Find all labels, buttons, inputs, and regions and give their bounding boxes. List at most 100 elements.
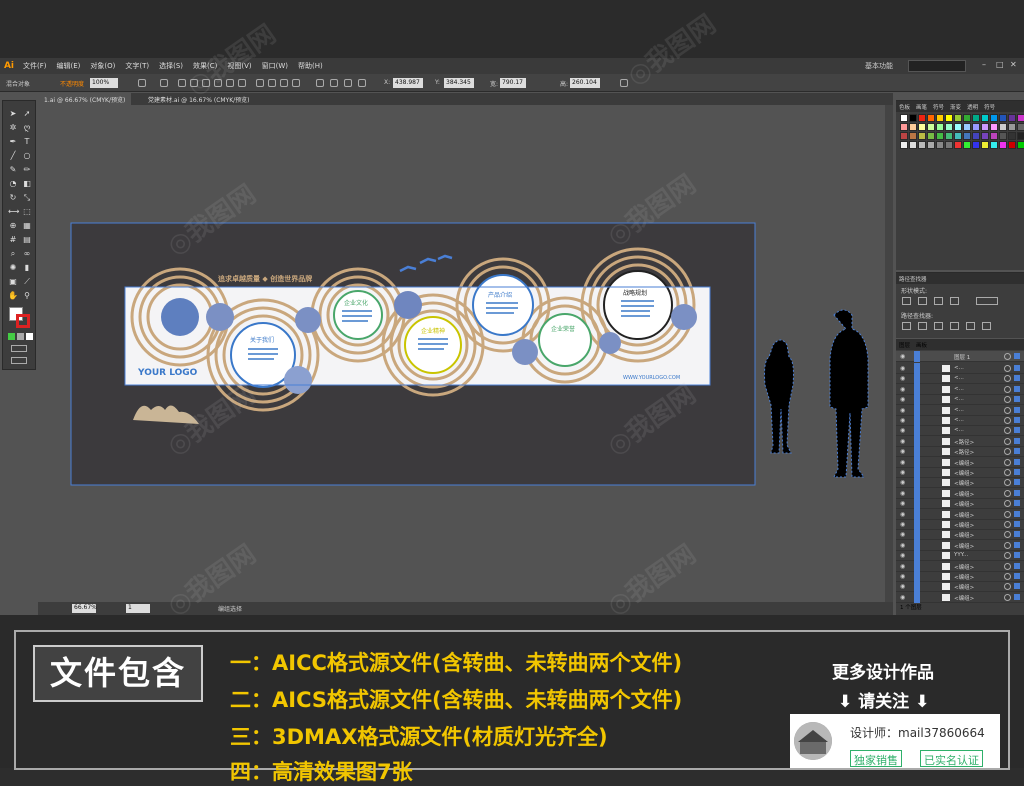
layer-row[interactable]: ◉ <编组> (896, 477, 1024, 489)
color-swatch[interactable] (927, 132, 935, 140)
eraser-tool-icon[interactable]: ◧ (22, 179, 32, 189)
color-swatch[interactable] (963, 141, 971, 149)
ellipse-tool-icon[interactable]: ○ (22, 151, 32, 161)
layer-row[interactable]: ◉ <编组> (896, 487, 1024, 499)
color-swatch[interactable] (981, 123, 989, 131)
color-mode-icon[interactable] (8, 333, 15, 340)
layer-target-icon[interactable] (1004, 510, 1011, 518)
menu-help[interactable]: 帮助(H) (293, 61, 328, 71)
visibility-eye-icon[interactable]: ◉ (900, 353, 908, 360)
color-swatch[interactable] (981, 141, 989, 149)
layer-row[interactable]: ◉ <... (896, 363, 1024, 374)
color-swatch[interactable] (945, 114, 953, 122)
trim-icon[interactable] (918, 322, 927, 330)
layer-target-icon[interactable] (1004, 573, 1011, 580)
layer-target-icon[interactable] (1004, 375, 1011, 383)
align-bottom-icon[interactable] (238, 79, 246, 87)
exclude-icon[interactable] (950, 297, 959, 305)
layer-row[interactable]: ◉ <... (896, 394, 1024, 406)
blob-brush-icon[interactable]: ◔ (8, 179, 18, 189)
graph-tool-icon[interactable]: ▮ (22, 263, 32, 273)
layer-row[interactable]: ◉ <编组> (896, 467, 1024, 478)
layer-row[interactable]: ◉ <编组> (896, 539, 1024, 551)
tab-swatches[interactable]: 色板 (896, 101, 913, 112)
layer-target-icon[interactable] (1004, 500, 1011, 508)
close-icon[interactable]: ✕ (1010, 61, 1018, 69)
x-field[interactable]: 438.987 (393, 78, 423, 88)
visibility-eye-icon[interactable]: ◉ (900, 479, 908, 486)
color-swatch[interactable] (963, 123, 971, 131)
layer-row[interactable]: ◉ <编组> (896, 519, 1024, 530)
color-swatch[interactable] (918, 141, 926, 149)
tab-artboards[interactable]: 画板 (913, 339, 930, 350)
gradient-tool-icon[interactable]: ▤ (22, 235, 32, 245)
color-swatch[interactable] (981, 114, 989, 122)
color-swatch[interactable] (1008, 132, 1016, 140)
crop-icon[interactable] (950, 322, 959, 330)
layer-target-icon[interactable] (1004, 365, 1011, 372)
minus-front-icon[interactable] (918, 297, 927, 305)
color-swatch[interactable] (1017, 123, 1024, 131)
opacity-label[interactable]: 不透明度 (60, 79, 84, 88)
color-swatch[interactable] (900, 123, 908, 131)
slice-tool-icon[interactable]: ⟋ (22, 277, 32, 287)
visibility-eye-icon[interactable]: ◉ (900, 375, 908, 382)
layer-target-icon[interactable] (1004, 353, 1011, 360)
shape-builder-icon[interactable]: ⊕ (8, 221, 18, 231)
outline-icon[interactable] (966, 322, 975, 330)
align-icon[interactable] (160, 79, 168, 87)
layer-target-icon[interactable] (1004, 489, 1011, 497)
free-transform-icon[interactable]: ⬚ (22, 207, 32, 217)
color-swatch[interactable] (927, 141, 935, 149)
direct-selection-tool-icon[interactable]: ➚ (22, 109, 32, 119)
transform-icon[interactable] (316, 79, 324, 87)
artboard-tool-icon[interactable]: ▣ (8, 277, 18, 287)
layer-row[interactable]: ◉ <编组> (896, 529, 1024, 541)
hand-tool-icon[interactable]: ✋ (8, 291, 18, 301)
unite-icon[interactable] (902, 297, 911, 305)
layer-target-icon[interactable] (1004, 552, 1011, 560)
color-swatch[interactable] (936, 123, 944, 131)
color-swatch[interactable] (909, 132, 917, 140)
zoom-tool-icon[interactable]: ⚲ (22, 291, 32, 301)
color-swatch[interactable] (1017, 141, 1024, 149)
layer-row[interactable]: ◉ <编组> (896, 560, 1024, 572)
designer-card[interactable]: 设计师：mail37860664 独家销售 已实名认证 (790, 714, 1000, 768)
intersect-icon[interactable] (934, 297, 943, 305)
minimize-icon[interactable]: – (982, 61, 990, 69)
color-swatch[interactable] (918, 114, 926, 122)
y-field[interactable]: 384.345 (444, 78, 474, 88)
workspace-switcher[interactable]: 基本功能 (865, 61, 893, 71)
layer-target-icon[interactable] (1004, 469, 1011, 476)
tab-brushes[interactable]: 画笔 (913, 101, 930, 112)
color-swatch[interactable] (999, 132, 1007, 140)
envelope-icon[interactable] (358, 79, 366, 87)
color-swatch[interactable] (900, 132, 908, 140)
color-swatch[interactable] (918, 123, 926, 131)
mesh-tool-icon[interactable]: # (8, 235, 18, 245)
visibility-eye-icon[interactable]: ◉ (900, 573, 908, 580)
tab-transparency[interactable]: 透明 (964, 101, 981, 112)
layer-target-icon[interactable] (1004, 406, 1011, 414)
gradient-mode-icon[interactable] (17, 333, 24, 340)
visibility-eye-icon[interactable]: ◉ (900, 459, 908, 466)
layer-target-icon[interactable] (1004, 385, 1011, 393)
color-swatch[interactable] (927, 114, 935, 122)
color-swatch[interactable] (972, 114, 980, 122)
distribute-icon[interactable] (256, 79, 264, 87)
layer-row[interactable]: ◉ <编组> (896, 571, 1024, 582)
color-swatch[interactable] (927, 123, 935, 131)
layer-target-icon[interactable] (1004, 521, 1011, 528)
layer-target-icon[interactable] (1004, 531, 1011, 539)
width-tool-icon[interactable]: ⟷ (8, 207, 19, 217)
layer-row[interactable]: ◉ <编组> (896, 581, 1024, 593)
style-icon[interactable] (138, 79, 146, 87)
layer-target-icon[interactable] (1004, 427, 1011, 435)
layer-row[interactable]: ◉ <路径> (896, 446, 1024, 458)
visibility-eye-icon[interactable]: ◉ (900, 396, 908, 403)
recolor-icon[interactable] (344, 79, 352, 87)
distribute-space-icon[interactable] (292, 79, 300, 87)
visibility-eye-icon[interactable]: ◉ (900, 448, 908, 455)
visibility-eye-icon[interactable]: ◉ (900, 521, 908, 528)
layer-target-icon[interactable] (1004, 583, 1011, 591)
